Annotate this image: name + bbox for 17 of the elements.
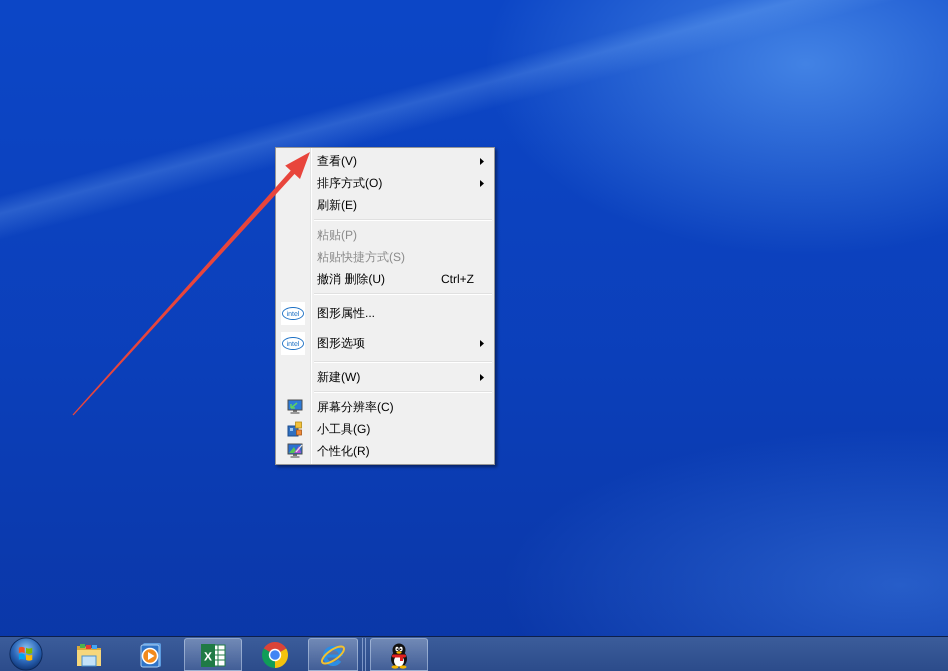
round-browser-icon xyxy=(261,640,289,668)
menu-item[interactable]: 撤消 删除(U) Ctrl+Z xyxy=(278,268,492,290)
menu-item[interactable]: 查看(V) xyxy=(278,150,492,172)
window-tiles-icon xyxy=(287,421,303,437)
menu-item[interactable]: 小工具(G) xyxy=(278,418,492,440)
start-orb-icon xyxy=(7,637,45,671)
monitor-icon xyxy=(287,399,303,415)
menu-item[interactable]: 个性化(R) xyxy=(278,440,492,462)
monitor-paint-icon xyxy=(287,443,303,459)
menu-item[interactable]: 排序方式(O) xyxy=(278,172,492,194)
start-button[interactable] xyxy=(7,637,45,671)
menu-item[interactable]: 刷新(E) xyxy=(278,194,492,216)
menu-item[interactable]: 新建(W) xyxy=(278,366,492,388)
keyboard-shortcut: Ctrl+Z xyxy=(441,272,474,286)
menu-item[interactable]: 屏幕分辨率(C) xyxy=(278,396,492,418)
taskbar-button[interactable]: X xyxy=(184,638,242,671)
taskbar-button[interactable] xyxy=(370,638,428,671)
